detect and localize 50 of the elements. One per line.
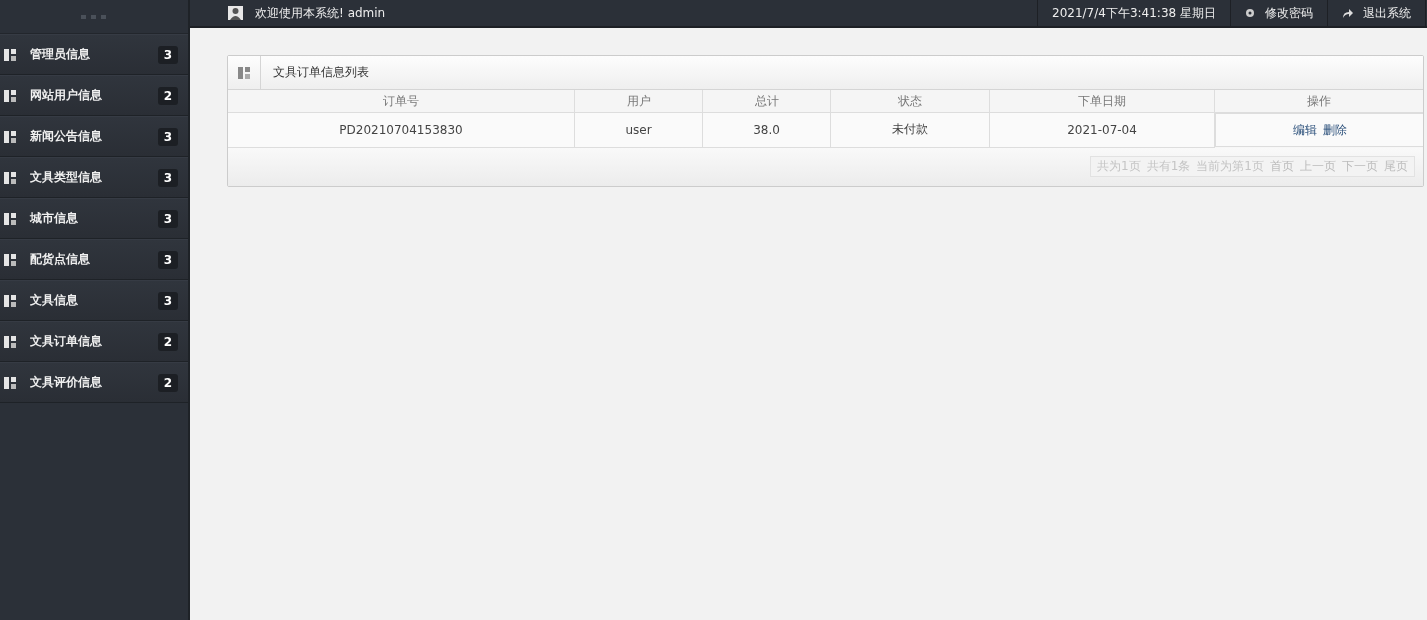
count-badge: 3 [157,45,178,64]
table-cell: user [574,112,703,147]
panel-title: 文具订单信息列表 [272,64,369,81]
sidebar-item[interactable]: 网站用户信息 2 [0,75,188,116]
layout-icon [4,48,16,61]
count-badge: 3 [157,250,178,269]
sidebar-item[interactable]: 文具评价信息 2 [0,362,188,403]
sidebar-item[interactable]: 文具类型信息 3 [0,157,188,198]
sidebar-item[interactable]: 城市信息 3 [0,198,188,239]
count-badge: 3 [157,127,178,146]
layout-icon [4,89,16,102]
layout-icon [4,130,16,143]
count-badge: 2 [157,86,178,105]
date-time: 2021/7/4下午3:41:38 星期日 [1037,0,1230,26]
table-cell: 2021-07-04 [989,112,1215,147]
sidebar-item[interactable]: 配货点信息 3 [0,239,188,280]
layout-icon [238,66,250,79]
action-link[interactable]: 删除 [1322,121,1347,139]
user-icon [228,6,243,20]
column-header: 操作 [1214,90,1423,113]
count-badge: 2 [157,332,178,351]
sidebar-item[interactable]: 文具订单信息 2 [0,321,188,362]
column-header: 状态 [830,90,990,113]
sidebar-item[interactable]: 文具信息 3 [0,280,188,321]
layout-icon [4,335,16,348]
sidebar-item[interactable]: 新闻公告信息 3 [0,116,188,157]
count-badge: 3 [157,209,178,228]
logout-link[interactable]: 退出系统 [1327,0,1426,26]
layout-icon [4,253,16,266]
layout-icon [4,294,16,307]
column-header: 用户 [574,90,703,113]
column-header: 下单日期 [989,90,1215,113]
column-header: 总计 [702,90,831,113]
count-badge: 3 [157,168,178,187]
action-link[interactable]: 编辑 [1292,121,1317,139]
welcome-text: 欢迎使用本系统! admin [255,4,386,22]
layout-icon [4,376,16,389]
table-cell: 未付款 [830,112,990,147]
table-cell: PD20210704153830 [228,112,575,147]
layout-icon [4,212,16,225]
share-arrow-icon [1342,8,1353,18]
drag-handle-icon [81,13,107,20]
column-header: 订单号 [228,90,575,113]
change-password-link[interactable]: 修改密码 [1230,0,1327,26]
settings-icon [1245,8,1255,18]
count-badge: 3 [157,291,178,310]
table-cell: 38.0 [702,112,831,147]
layout-icon [4,171,16,184]
count-badge: 2 [157,373,178,392]
sidebar-item[interactable]: 管理员信息 3 [0,34,188,75]
